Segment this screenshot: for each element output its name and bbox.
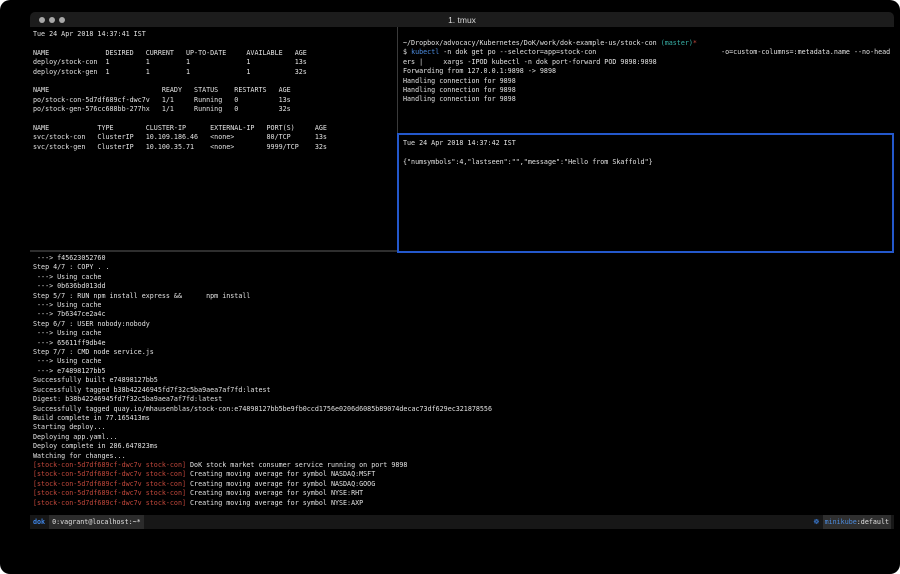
window-item[interactable]: 0:vagrant@localhost:~*: [49, 515, 144, 529]
window-controls: [39, 17, 65, 23]
terminal-line: [stock-con-5d7df689cf-dwc7v stock-con] C…: [33, 499, 893, 508]
terminal-line: ers | xargs -IPOD kubectl -n dok port-fo…: [403, 58, 892, 67]
pane-divider-vertical: [397, 27, 398, 133]
zoom-button[interactable]: [59, 17, 65, 23]
terminal-line: ---> f45623052760: [33, 254, 893, 263]
terminal-line: Tue 24 Apr 2018 14:37:41 IST: [33, 30, 395, 39]
terminal-line: Handling connection for 9898: [403, 86, 892, 95]
pane-curl-output-text: Tue 24 Apr 2018 14:37:42 IST {"numsymbol…: [403, 139, 890, 249]
terminal-line: [stock-con-5d7df689cf-dwc7v stock-con] C…: [33, 470, 893, 479]
terminal-line: Tue 24 Apr 2018 14:37:42 IST: [403, 139, 890, 148]
pane-curl-output[interactable]: Tue 24 Apr 2018 14:37:42 IST {"numsymbol…: [397, 133, 894, 253]
terminal-line: ---> Using cache: [33, 273, 893, 282]
terminal-window: 1. tmux Tue 24 Apr 2018 14:37:41 IST NAM…: [0, 0, 900, 574]
terminal-line: [stock-con-5d7df689cf-dwc7v stock-con] C…: [33, 480, 893, 489]
tmux-status-bar: dok 0:vagrant@localhost:~* ☸ minikube:de…: [30, 515, 894, 529]
kube-namespace: :default: [857, 518, 889, 526]
close-button[interactable]: [39, 17, 45, 23]
terminal-line: Step 4/7 : COPY . .: [33, 263, 893, 272]
terminal-line: [stock-con-5d7df689cf-dwc7v stock-con] C…: [33, 489, 893, 498]
terminal-line: ---> Using cache: [33, 329, 893, 338]
terminal-line: Successfully tagged b38b42246945fd7f32c5…: [33, 386, 893, 395]
pane-port-forward[interactable]: ~/Dropbox/advocacy/Kubernetes/DoK/work/d…: [403, 39, 892, 133]
kube-context-name: minikube: [825, 518, 857, 526]
terminal-line: $ kubectl -n dok get po --selector=app=s…: [403, 48, 892, 57]
terminal-line: Watching for changes...: [33, 452, 893, 461]
pane-skaffold-log[interactable]: ---> f45623052760Step 4/7 : COPY . . ---…: [33, 254, 893, 513]
terminal-line: Deploying app.yaml...: [33, 433, 893, 442]
terminal-line: svc/stock-con ClusterIP 10.109.186.46 <n…: [33, 133, 395, 142]
terminal-line: [stock-con-5d7df689cf-dwc7v stock-con] D…: [33, 461, 893, 470]
terminal-line: deploy/stock-con 1 1 1 1 13s: [33, 58, 395, 67]
terminal-line: po/stock-gen-576cc688bb-277hx 1/1 Runnin…: [33, 105, 395, 114]
terminal-line: deploy/stock-gen 1 1 1 1 32s: [33, 68, 395, 77]
terminal-line: svc/stock-gen ClusterIP 10.100.35.71 <no…: [33, 143, 395, 152]
window-title: 1. tmux: [30, 15, 894, 25]
status-left: dok 0:vagrant@localhost:~*: [33, 515, 144, 529]
terminal-line: Build complete in 77.165413ms: [33, 414, 893, 423]
terminal-line: ~/Dropbox/advocacy/Kubernetes/DoK/work/d…: [403, 39, 892, 48]
terminal-line: ---> e74898127bb5: [33, 367, 893, 376]
terminal-line: ---> Using cache: [33, 301, 893, 310]
terminal-line: Digest: b38b42246945fd7f32c5ba9aea7af7fd…: [33, 395, 893, 404]
session-name[interactable]: dok: [33, 515, 45, 529]
terminal-line: Starting deploy...: [33, 423, 893, 432]
terminal-line: Step 7/7 : CMD node service.js: [33, 348, 893, 357]
terminal-line: NAME TYPE CLUSTER-IP EXTERNAL-IP PORT(S)…: [33, 124, 395, 133]
terminal-line: [33, 115, 395, 124]
minimize-button[interactable]: [49, 17, 55, 23]
kube-context-badge: minikube:default: [823, 515, 891, 529]
pane-divider-horizontal: [30, 250, 397, 252]
terminal-line: ---> 7b6347ce2a4c: [33, 310, 893, 319]
terminal-line: [33, 39, 395, 48]
terminal-line: po/stock-con-5d7df689cf-dwc7v 1/1 Runnin…: [33, 96, 395, 105]
terminal-line: ---> 0b636bd013dd: [33, 282, 893, 291]
terminal-line: Successfully tagged quay.io/mhausenblas/…: [33, 405, 893, 414]
terminal-line: NAME READY STATUS RESTARTS AGE: [33, 86, 395, 95]
terminal-line: Step 5/7 : RUN npm install express && np…: [33, 292, 893, 301]
kubernetes-helm-icon: ☸: [813, 515, 819, 529]
window-titlebar[interactable]: 1. tmux: [30, 12, 894, 27]
terminal-line: ---> Using cache: [33, 357, 893, 366]
terminal-line: ---> 65611ff9db4e: [33, 339, 893, 348]
terminal-line: [403, 148, 890, 157]
terminal-line: Handling connection for 9898: [403, 77, 892, 86]
terminal-line: Successfully built e74898127bb5: [33, 376, 893, 385]
terminal-line: NAME DESIRED CURRENT UP-TO-DATE AVAILABL…: [33, 49, 395, 58]
status-right: ☸ minikube:default: [813, 515, 891, 529]
terminal-line: Step 6/7 : USER nobody:nobody: [33, 320, 893, 329]
pane-kubectl-watch[interactable]: Tue 24 Apr 2018 14:37:41 IST NAME DESIRE…: [33, 30, 395, 249]
terminal-line: {"numsymbols":4,"lastseen":"","message":…: [403, 158, 890, 167]
terminal-line: Handling connection for 9898: [403, 95, 892, 104]
terminal-line: [33, 77, 395, 86]
terminal-line: Deploy complete in 286.647823ms: [33, 442, 893, 451]
terminal-line: Forwarding from 127.0.0.1:9898 -> 9898: [403, 67, 892, 76]
